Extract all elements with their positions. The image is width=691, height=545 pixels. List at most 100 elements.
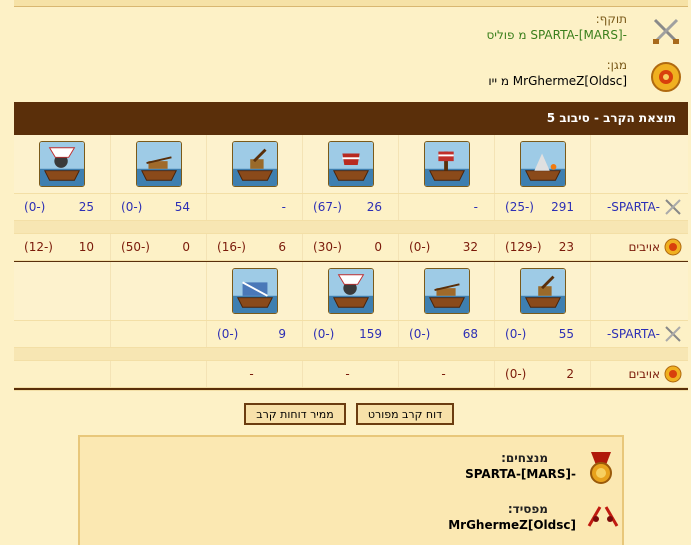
ballista-ship-icon (135, 141, 182, 187)
unit-count: 68 (462, 327, 478, 341)
winners-name[interactable]: -SPARTA-[MARS] (465, 467, 576, 481)
unit-count: 291 (551, 200, 574, 214)
flame-ship-icon (327, 141, 374, 187)
enemy-units-row: אויבים 2 (-0) - - - (14, 361, 688, 388)
defender-row: מגן: MrGhermeZ[Oldsc] מ ייו (15, 56, 683, 100)
detailed-report-button[interactable]: דוח קרב מפורט (356, 403, 454, 425)
shield-icon (664, 238, 682, 256)
unit-cell: - (206, 361, 302, 387)
unit-loss: (-50) (121, 240, 150, 254)
unit-count: 159 (359, 327, 382, 341)
unit-count: - (473, 200, 478, 214)
unit-cell: 10 (-12) (14, 234, 110, 260)
unit-count: 0 (182, 240, 190, 254)
sparta-name[interactable]: -SPARTA- (607, 327, 660, 341)
unit-count: 23 (558, 240, 574, 254)
unit-loss: (-0) (409, 327, 431, 341)
unit-cell: 0 (-50) (110, 234, 206, 260)
battle-result-title: תוצאת הקרב - סיבוב 5 (546, 111, 676, 125)
mortar-ship-icon (327, 268, 374, 314)
sparta-name[interactable]: -SPARTA- (607, 200, 660, 214)
unit-cell: - (398, 361, 494, 387)
unit-cell: 25 (-0) (14, 194, 110, 220)
ballista-ship-icon (423, 268, 470, 314)
unit-cell: 291 (-25) (494, 194, 590, 220)
report-converter-button[interactable]: ממיר דוחות קרב (244, 403, 346, 425)
top-strip (14, 0, 688, 7)
attacker-row: תוקף: -SPARTA-[MARS] מ פוליס (15, 10, 683, 54)
unit-image-row (14, 262, 688, 321)
sparta-units-row: -SPARTA- 291 (-25) - 26 (-67) - 54 (-0) 25 (… (14, 194, 688, 221)
attacker-name[interactable]: -SPARTA-[MARS] מ פוליס (486, 28, 627, 42)
unit-count: 26 (366, 200, 382, 214)
sparta-units-row: -SPARTA- 55 (-0) 68 (-0) 159 (-0) 9 (-0) (14, 321, 688, 348)
unit-loss: (-67) (313, 200, 342, 214)
steam-ram-icon (231, 268, 278, 314)
unit-count: 6 (278, 240, 286, 254)
unit-count: 0 (374, 240, 382, 254)
unit-loss: (-0) (217, 327, 239, 341)
catapult-ship-icon (231, 141, 278, 187)
unit-loss: (-25) (505, 200, 534, 214)
unit-count: - (441, 367, 446, 381)
unit-count: 2 (566, 367, 574, 381)
winners-label: מנצחים: (501, 451, 548, 465)
defender-label: מגן: (606, 58, 627, 72)
unit-cell: 23 (-129) (494, 234, 590, 260)
crossed-swords-icon (665, 326, 681, 342)
battle-table-section2: -SPARTA- 55 (-0) 68 (-0) 159 (-0) 9 (-0) אוי… (14, 262, 688, 391)
unit-loss: (-0) (505, 367, 527, 381)
unit-loss: (-0) (505, 327, 527, 341)
unit-cell: - (302, 361, 398, 387)
unit-loss: (-30) (313, 240, 342, 254)
unit-cell: 54 (-0) (110, 194, 206, 220)
crossed-swords-icon (665, 199, 681, 215)
unit-cell: 26 (-67) (302, 194, 398, 220)
unit-loss: (-0) (121, 200, 143, 214)
mortar-ship-icon (39, 141, 85, 187)
unit-count: 9 (278, 327, 286, 341)
shield-icon (651, 62, 681, 92)
loser-label: מפסיד: (507, 502, 548, 516)
unit-loss: (-0) (24, 200, 46, 214)
unit-cell: 159 (-0) (302, 321, 398, 347)
unit-cell: 9 (-0) (206, 321, 302, 347)
unit-image-row (14, 135, 688, 194)
medal-icon (590, 452, 612, 484)
unit-cell: 68 (-0) (398, 321, 494, 347)
unit-count: 55 (558, 327, 574, 341)
unit-count: - (281, 200, 286, 214)
loser-name[interactable]: MrGhermeZ[Oldsc] (448, 518, 576, 532)
battle-result-header: תוצאת הקרב - סיבוב 5 (14, 102, 688, 135)
unit-count: 25 (78, 200, 94, 214)
unit-loss: (-0) (313, 327, 335, 341)
unit-cell: - (398, 194, 494, 220)
unit-cell: 6 (-16) (206, 234, 302, 260)
enemy-units-row: אויבים 23 (-129) 32 (-0) 0 (-30) 6 (-16) 0 (-… (14, 234, 688, 261)
crossed-swords-icon (653, 18, 679, 44)
unit-cell: - (206, 194, 302, 220)
unit-count: 54 (174, 200, 190, 214)
unit-loss: (-12) (24, 240, 53, 254)
unit-loss: (-0) (409, 240, 431, 254)
defender-name[interactable]: MrGhermeZ[Oldsc] מ ייו (488, 74, 627, 88)
attacker-label: תוקף: (595, 12, 627, 26)
enemy-name: אויבים (628, 240, 660, 254)
fire-ship-icon (519, 141, 566, 187)
shield-icon (664, 365, 682, 383)
unit-cell: 0 (-30) (302, 234, 398, 260)
unit-cell: 32 (-0) (398, 234, 494, 260)
ram-ship-icon (423, 141, 470, 187)
unit-count: 32 (462, 240, 478, 254)
unit-count: 10 (78, 240, 94, 254)
unit-cell: 2 (-0) (494, 361, 590, 387)
unit-count: - (345, 367, 350, 381)
catapult-ship-icon (519, 268, 566, 314)
unit-count: - (249, 367, 254, 381)
unit-loss: (-129) (505, 240, 542, 254)
battle-table-section1: -SPARTA- 291 (-25) - 26 (-67) - 54 (-0) 25 (… (14, 135, 688, 264)
enemy-name: אויבים (628, 367, 660, 381)
broken-swords-icon (587, 506, 619, 527)
unit-cell: 55 (-0) (494, 321, 590, 347)
unit-loss: (-16) (217, 240, 246, 254)
